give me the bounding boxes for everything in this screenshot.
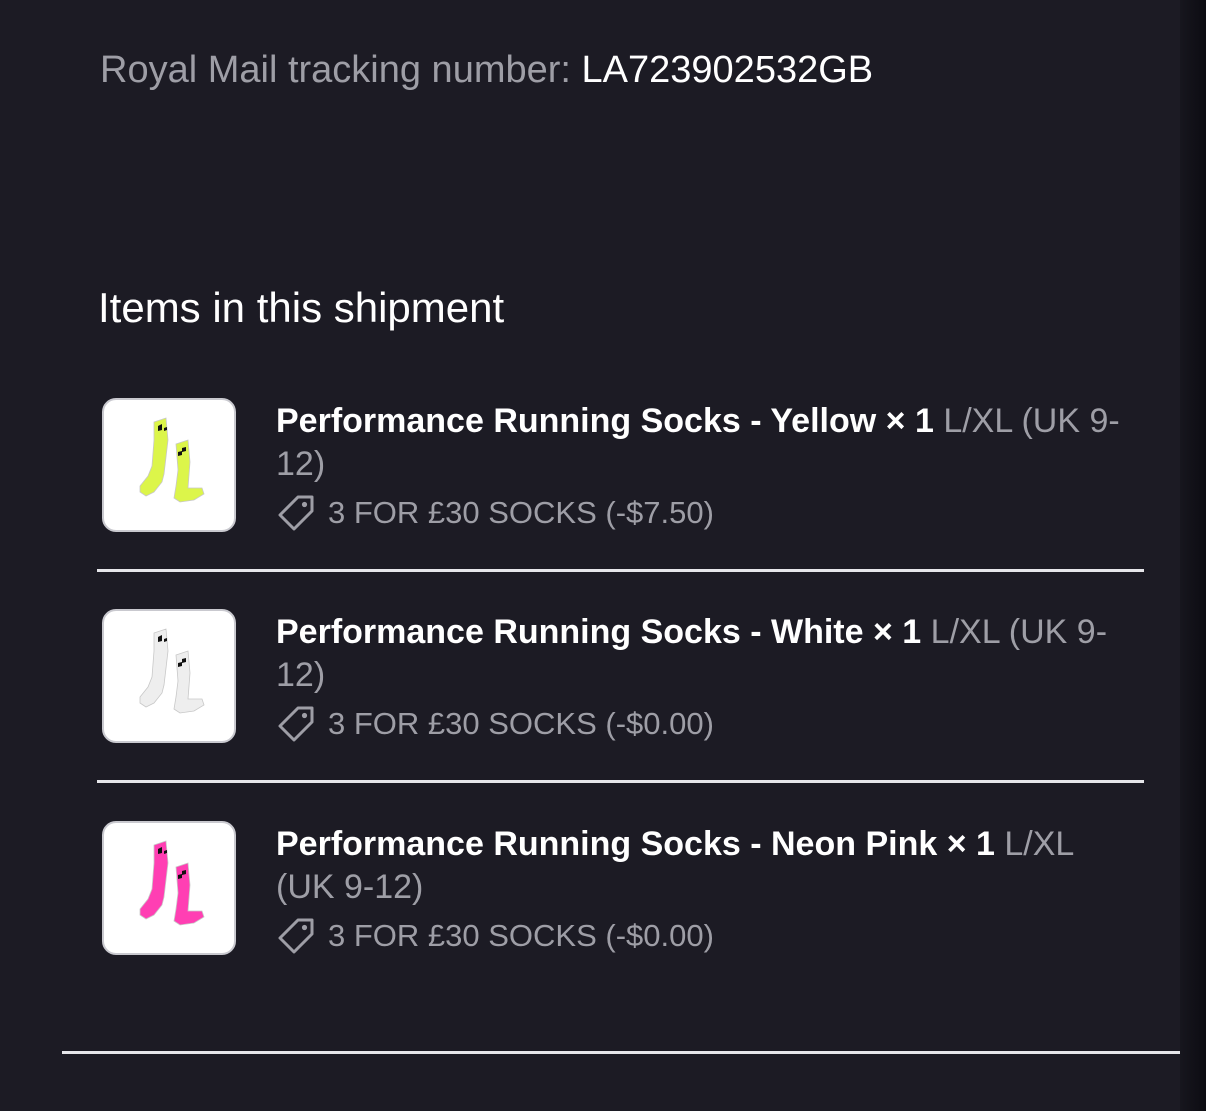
shipment-item[interactable]: Performance Running Socks - Yellow × 1 L… xyxy=(97,398,1144,568)
item-info: Performance Running Socks - White × 1 L/… xyxy=(276,609,1136,744)
sock-pair-image xyxy=(139,840,205,926)
item-divider xyxy=(97,780,1144,783)
item-info: Performance Running Socks - Neon Pink × … xyxy=(276,821,1136,956)
sock-pair-image xyxy=(139,628,205,714)
shipment-item[interactable]: Performance Running Socks - White × 1 L/… xyxy=(97,609,1144,779)
product-quantity: × 1 xyxy=(946,825,995,863)
item-divider xyxy=(97,569,1144,572)
item-info: Performance Running Socks - Yellow × 1 L… xyxy=(276,398,1136,533)
shipment-item[interactable]: Performance Running Socks - Neon Pink × … xyxy=(97,821,1144,991)
product-quantity: × 1 xyxy=(885,402,934,440)
product-thumbnail[interactable] xyxy=(102,398,236,532)
discount-label: 3 FOR £30 SOCKS (-$0.00) xyxy=(328,918,714,953)
discount-line: 3 FOR £30 SOCKS (-$0.00) xyxy=(276,916,1136,956)
product-name[interactable]: Performance Running Socks - Neon Pink xyxy=(276,825,937,863)
tag-icon xyxy=(278,706,314,742)
shipment-panel: Royal Mail tracking number: LA723902532G… xyxy=(0,0,1180,1111)
product-quantity: × 1 xyxy=(872,613,922,651)
product-thumbnail[interactable] xyxy=(102,821,236,955)
discount-label: 3 FOR £30 SOCKS (-$0.00) xyxy=(328,706,714,741)
item-title-line: Performance Running Socks - White × 1 L/… xyxy=(276,611,1136,697)
product-name[interactable]: Performance Running Socks - Yellow xyxy=(276,402,876,440)
section-title: Items in this shipment xyxy=(98,284,505,331)
panel-edge-shadow xyxy=(1180,0,1206,1111)
tag-icon xyxy=(278,495,314,531)
section-divider xyxy=(62,1051,1180,1054)
tracking-label: Royal Mail tracking number: xyxy=(100,49,571,91)
product-thumbnail[interactable] xyxy=(102,609,236,743)
tracking-number[interactable]: LA723902532GB xyxy=(582,49,874,91)
discount-line: 3 FOR £30 SOCKS (-$7.50) xyxy=(276,493,1136,533)
discount-line: 3 FOR £30 SOCKS (-$0.00) xyxy=(276,704,1136,744)
product-name[interactable]: Performance Running Socks - White xyxy=(276,613,864,651)
item-title-line: Performance Running Socks - Yellow × 1 L… xyxy=(276,400,1136,486)
item-title-line: Performance Running Socks - Neon Pink × … xyxy=(276,823,1136,909)
discount-label: 3 FOR £30 SOCKS (-$7.50) xyxy=(328,495,714,530)
tag-icon xyxy=(278,918,314,954)
sock-pair-image xyxy=(139,417,205,503)
tracking-line: Royal Mail tracking number: LA723902532G… xyxy=(100,46,873,94)
